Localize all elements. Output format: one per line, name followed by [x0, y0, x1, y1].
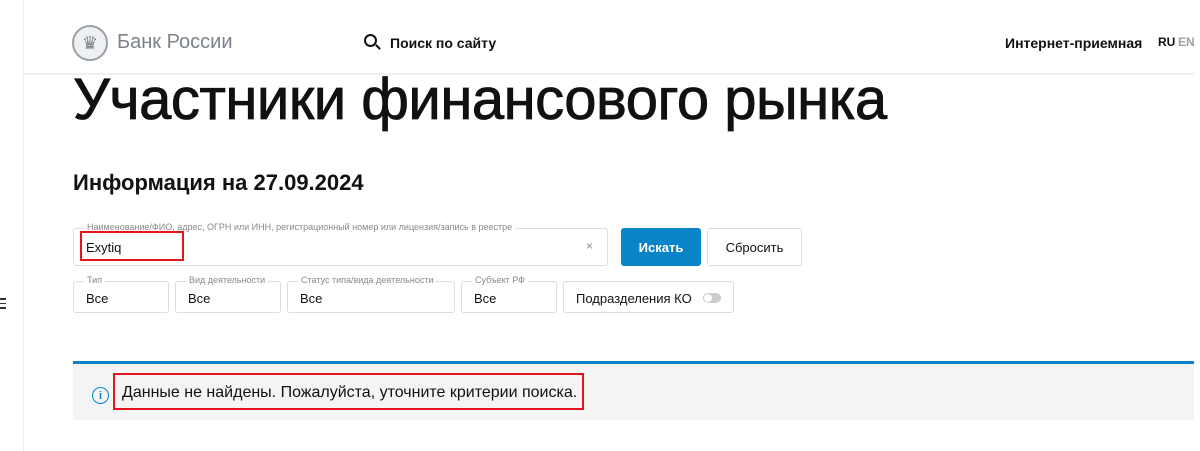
- filter-activity[interactable]: Вид деятельности Все: [175, 275, 281, 313]
- filter-label: Статус типа/вида деятельности: [298, 275, 437, 285]
- page-title: Участники финансового рынка: [73, 67, 888, 133]
- page-edge: [23, 0, 24, 451]
- filter-value: Все: [86, 291, 109, 306]
- branches-toggle[interactable]: Подразделения КО: [563, 281, 734, 313]
- lang-ru[interactable]: RU: [1158, 35, 1175, 49]
- bank-logo-icon[interactable]: ♛: [72, 25, 108, 61]
- highlight-box-query: [80, 231, 184, 261]
- brand-name[interactable]: Банк России: [117, 31, 233, 54]
- filter-status[interactable]: Статус типа/вида деятельности Все: [287, 275, 455, 313]
- filter-type[interactable]: Тип Все: [73, 275, 169, 313]
- highlight-box-message: [113, 373, 584, 410]
- menu-icon[interactable]: [0, 298, 6, 312]
- filter-region[interactable]: Субъект РФ Все: [461, 275, 557, 313]
- internet-reception-link[interactable]: Интернет-приемная: [1005, 35, 1142, 51]
- filter-value: Все: [188, 291, 211, 306]
- clear-icon[interactable]: ×: [586, 239, 593, 253]
- reset-button[interactable]: Сбросить: [707, 228, 802, 266]
- filter-value: Все: [300, 291, 323, 306]
- toggle-label: Подразделения КО: [576, 291, 692, 306]
- lang-en[interactable]: EN: [1178, 35, 1195, 49]
- filter-label: Тип: [84, 275, 106, 285]
- info-date-heading: Информация на 27.09.2024: [73, 170, 364, 195]
- toggle-switch[interactable]: [703, 293, 721, 303]
- info-icon: i: [92, 387, 109, 404]
- search-icon[interactable]: [364, 34, 377, 47]
- site-search-link[interactable]: Поиск по сайту: [390, 35, 496, 51]
- filter-label: Субъект РФ: [472, 275, 528, 285]
- filter-label: Вид деятельности: [186, 275, 269, 285]
- filter-value: Все: [474, 291, 497, 306]
- search-button[interactable]: Искать: [621, 228, 701, 266]
